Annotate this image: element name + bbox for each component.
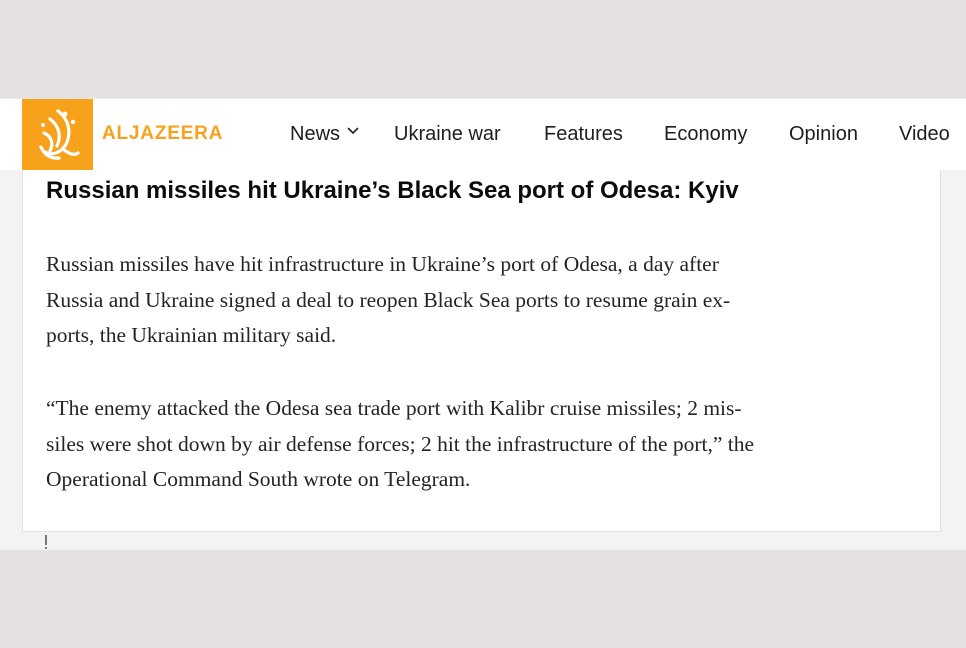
paragraph-line: Russian missiles have hit infrastructure… xyxy=(46,252,719,276)
brand-wordmark[interactable]: ALJAZEERA xyxy=(102,123,223,145)
chevron-down-icon[interactable] xyxy=(347,127,359,135)
nav-item-economy[interactable]: Economy xyxy=(664,122,747,146)
paragraph-line: ports, the Ukrainian military said. xyxy=(46,323,337,347)
nav-item-features[interactable]: Features xyxy=(544,122,623,146)
nav-item-news[interactable]: News xyxy=(290,122,340,146)
article-headline: Russian missiles hit Ukraine’s Black Sea… xyxy=(46,177,739,204)
nav-item-video[interactable]: Video xyxy=(899,122,950,146)
top-navigation-bar: ALJAZEERA News Ukraine war Features Econ… xyxy=(0,98,966,170)
paragraph-line: siles were shot down by air defense forc… xyxy=(46,431,755,456)
paragraph-line: Operational Command South wrote on Teleg… xyxy=(46,467,471,491)
aljazeera-calligraphy-logo-icon[interactable] xyxy=(22,99,93,170)
paragraph-line: Russia and Ukraine signed a deal to reop… xyxy=(46,287,731,312)
nav-item-ukraine-war[interactable]: Ukraine war xyxy=(394,122,501,146)
text-cursor-mark xyxy=(45,535,47,549)
article-paragraph-2: “The enemy attacked the Odesa sea trade … xyxy=(46,391,916,498)
article-paragraph-1: Russian missiles have hit infrastructure… xyxy=(46,247,916,354)
paragraph-line: “The enemy attacked the Odesa sea trade … xyxy=(46,396,742,420)
nav-item-opinion[interactable]: Opinion xyxy=(789,122,858,146)
